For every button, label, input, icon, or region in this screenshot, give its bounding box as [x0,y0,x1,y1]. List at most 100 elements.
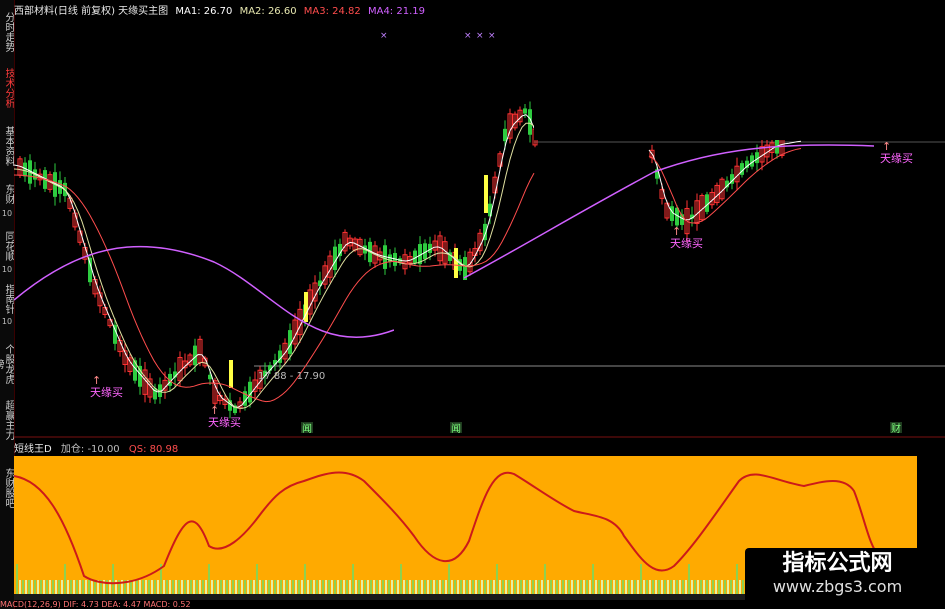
indicator-bar [73,580,75,594]
indicator-bar [31,580,33,594]
side-tab-0[interactable]: 分时走势 [0,8,14,56]
indicator-bar [370,580,372,594]
indicator-bar [220,580,222,594]
indicator-bar [589,580,591,594]
event-marker: 财 [891,422,901,435]
indicator-bar [184,580,186,594]
indicator-bar [592,564,594,594]
indicator-bar [616,580,618,594]
indicator-bar [187,580,189,594]
indicator-bar [64,564,66,594]
indicator-bar [520,580,522,594]
indicator-bar [109,580,111,594]
indicator-bar [694,580,696,594]
indicator-bar [328,580,330,594]
indicator-bar [529,580,531,594]
side-tab-8[interactable]: 东财股吧 [0,458,14,518]
indicator-bar [85,580,87,594]
indicator-bar [724,580,726,594]
indicator-bar [604,580,606,594]
side-tab-4[interactable]: 同花顺 [0,228,14,264]
indicator-bar [463,580,465,594]
indicator-bar [364,580,366,594]
indicator-bar [580,580,582,594]
indicator-bar [346,580,348,594]
indicator-bar [739,580,741,594]
indicator-bar [205,580,207,594]
indicator-qs-value: QS: 80.98 [128,444,179,455]
indicator-bar [352,564,354,594]
indicator-bar [271,580,273,594]
side-tab-7[interactable]: 超赢主力 [0,392,14,448]
indicator-bar [541,580,543,594]
indicator-bar [310,580,312,594]
indicator-bar [61,580,63,594]
indicator-bar [19,580,21,594]
top-marker: × [380,31,388,41]
indicator-bar [376,580,378,594]
indicator-bar [325,580,327,594]
indicator-bar [388,580,390,594]
indicator-bar [256,564,258,594]
indicator-bar [535,580,537,594]
indicator-bar [394,580,396,594]
indicator-bar [340,580,342,594]
indicator-bar [451,580,453,594]
indicator-bar [424,580,426,594]
indicator-bar [709,580,711,594]
indicator-bar [298,580,300,594]
indicator-bar [583,580,585,594]
indicator-bar [151,580,153,594]
candle-down [333,246,337,271]
indicator-bar [193,580,195,594]
indicator-bar [679,580,681,594]
indicator-bar [577,580,579,594]
side-tab-6[interactable]: 个股龙虎榜 [0,340,14,388]
overlay-block [394,280,644,340]
indicator-bar [226,580,228,594]
indicator-bar [661,580,663,594]
indicator-bar [634,580,636,594]
indicator-bar [343,580,345,594]
indicator-bar [283,580,285,594]
event-marker: 闻 [451,422,461,435]
indicator-bar [334,580,336,594]
indicator-bar [295,580,297,594]
indicator-bar [706,580,708,594]
indicator-bar [79,580,81,594]
indicator-bar [646,580,648,594]
side-tab-5[interactable]: 指南针 [0,282,14,316]
indicator-bar [427,580,429,594]
indicator-bar [22,580,24,594]
indicator-bar [412,580,414,594]
indicator-bar [742,580,744,594]
indicator-bar [409,580,411,594]
indicator-bar [550,580,552,594]
indicator-bar [676,580,678,594]
indicator-bar [157,580,159,594]
indicator-bar [556,580,558,594]
indicator-bar [595,580,597,594]
indicator-bar [223,580,225,594]
side-tab-2[interactable]: 基本资料 [0,120,14,172]
candle-down [503,128,507,142]
watermark-url: www.zbgs3.com [772,577,903,596]
indicator-bar [466,580,468,594]
indicator-bar [484,580,486,594]
indicator-bar [499,580,501,594]
indicator-bar [136,580,138,594]
side-tab-3[interactable]: 东财 [0,180,14,208]
indicator-bar [481,580,483,594]
indicator-bar [457,580,459,594]
indicator-bar [235,580,237,594]
indicator-bar [169,580,171,594]
overlay-block-top [534,0,945,140]
side-tab-1[interactable]: 技术分析 [0,64,14,112]
watermark: 指标公式网 www.zbgs3.com [745,548,930,604]
indicator-bar [478,580,480,594]
indicator-bar [736,564,738,594]
indicator-bar [214,580,216,594]
candlestick-chart[interactable]: ↑天缘买↑天缘买↑天缘买↑天缘买17.88 - 17.90闻闻财× × × × [14,0,945,438]
indicator-bar [469,580,471,594]
buy-signal-label: 天缘买 [90,386,123,399]
